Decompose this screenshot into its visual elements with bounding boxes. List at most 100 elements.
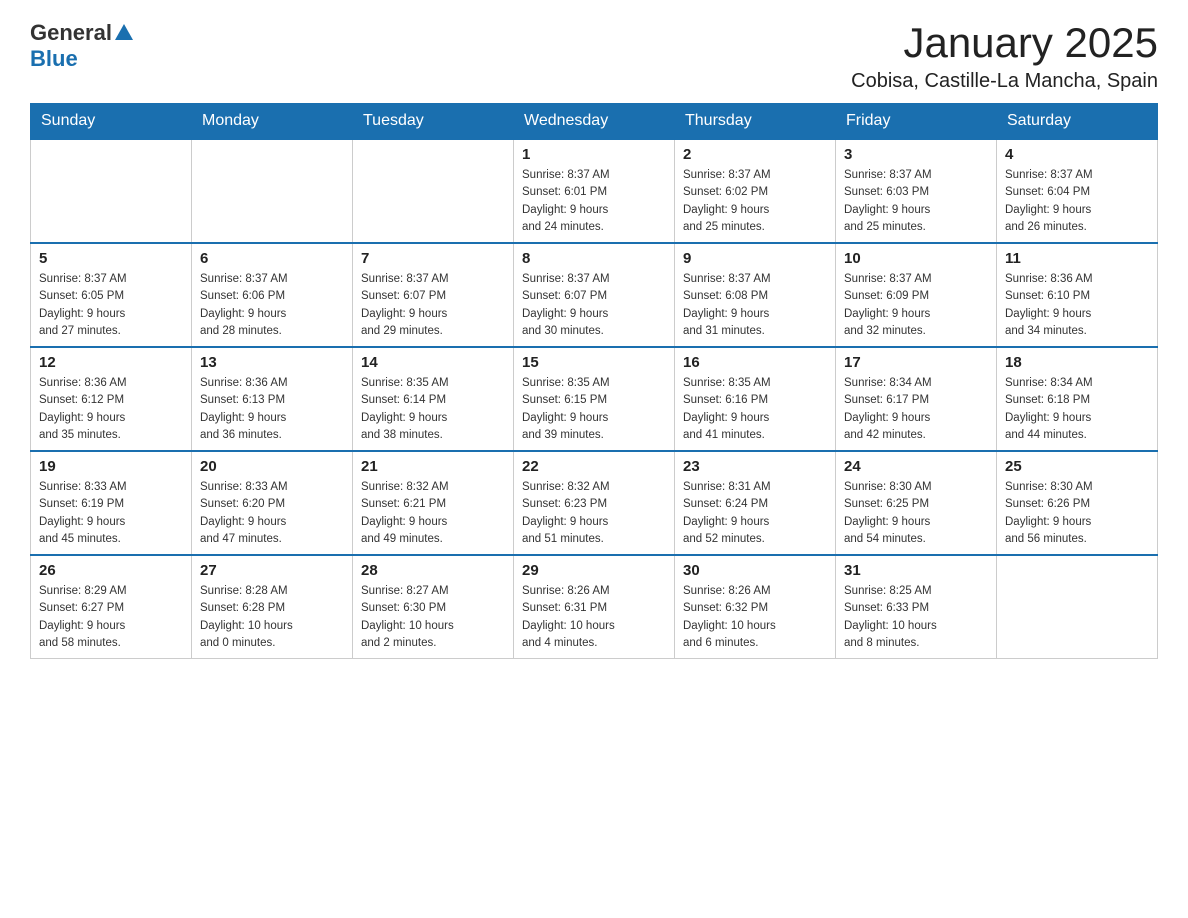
day-number: 13 [200, 354, 344, 371]
day-number: 1 [522, 146, 666, 163]
day-info: Sunrise: 8:37 AM Sunset: 6:04 PM Dayligh… [1005, 167, 1149, 236]
calendar-cell: 23 Sunrise: 8:31 AM Sunset: 6:24 PM Dayli… [675, 451, 836, 555]
day-info: Sunrise: 8:36 AM Sunset: 6:12 PM Dayligh… [39, 375, 183, 444]
day-info: Sunrise: 8:36 AM Sunset: 6:13 PM Dayligh… [200, 375, 344, 444]
week-row-5: 26Sunrise: 8:29 AM Sunset: 6:27 PM Dayli… [31, 555, 1158, 659]
day-info: Sunrise: 8:26 AM Sunset: 6:32 PM Dayligh… [683, 583, 827, 652]
calendar-cell: 19 Sunrise: 8:33 AM Sunset: 6:19 PM Dayli… [31, 451, 192, 555]
calendar-cell: 1 Sunrise: 8:37 AM Sunset: 6:01 PM Daylig… [514, 139, 675, 243]
week-row-1: 1 Sunrise: 8:37 AM Sunset: 6:01 PM Daylig… [31, 139, 1158, 243]
day-number: 15 [522, 354, 666, 371]
calendar-cell: 11 Sunrise: 8:36 AM Sunset: 6:10 PM Dayli… [997, 243, 1158, 347]
week-row-3: 12 Sunrise: 8:36 AM Sunset: 6:12 PM Dayli… [31, 347, 1158, 451]
calendar-cell: 2 Sunrise: 8:37 AM Sunset: 6:02 PM Daylig… [675, 139, 836, 243]
calendar-cell: 22 Sunrise: 8:32 AM Sunset: 6:23 PM Dayli… [514, 451, 675, 555]
page-header: General Blue January 2025 Cobisa, Castil… [30, 20, 1158, 93]
day-number: 16 [683, 354, 827, 371]
calendar-cell: 5 Sunrise: 8:37 AM Sunset: 6:05 PM Daylig… [31, 243, 192, 347]
day-info: Sunrise: 8:37 AM Sunset: 6:07 PM Dayligh… [361, 271, 505, 340]
day-info: Sunrise: 8:26 AM Sunset: 6:31 PM Dayligh… [522, 583, 666, 652]
calendar-cell: 31 Sunrise: 8:25 AM Sunset: 6:33 PM Dayli… [836, 555, 997, 659]
calendar-cell: 29Sunrise: 8:26 AM Sunset: 6:31 PM Dayli… [514, 555, 675, 659]
day-info: Sunrise: 8:35 AM Sunset: 6:15 PM Dayligh… [522, 375, 666, 444]
day-info: Sunrise: 8:37 AM Sunset: 6:01 PM Dayligh… [522, 167, 666, 236]
logo-general-text: General [30, 20, 112, 46]
logo-blue-text: Blue [30, 46, 78, 71]
calendar-cell: 17 Sunrise: 8:34 AM Sunset: 6:17 PM Dayli… [836, 347, 997, 451]
calendar-cell: 9Sunrise: 8:37 AM Sunset: 6:08 PM Daylig… [675, 243, 836, 347]
location-title: Cobisa, Castille-La Mancha, Spain [851, 70, 1158, 93]
calendar-cell: 12 Sunrise: 8:36 AM Sunset: 6:12 PM Dayli… [31, 347, 192, 451]
day-info: Sunrise: 8:35 AM Sunset: 6:16 PM Dayligh… [683, 375, 827, 444]
calendar-cell: 15 Sunrise: 8:35 AM Sunset: 6:15 PM Dayli… [514, 347, 675, 451]
logo-triangle-icon [115, 24, 133, 40]
day-info: Sunrise: 8:34 AM Sunset: 6:18 PM Dayligh… [1005, 375, 1149, 444]
day-number: 6 [200, 250, 344, 267]
calendar-cell: 20Sunrise: 8:33 AM Sunset: 6:20 PM Dayli… [192, 451, 353, 555]
day-number: 2 [683, 146, 827, 163]
day-info: Sunrise: 8:33 AM Sunset: 6:20 PM Dayligh… [200, 479, 344, 548]
weekday-header-sunday: Sunday [31, 104, 192, 140]
day-info: Sunrise: 8:25 AM Sunset: 6:33 PM Dayligh… [844, 583, 988, 652]
day-info: Sunrise: 8:33 AM Sunset: 6:19 PM Dayligh… [39, 479, 183, 548]
day-number: 19 [39, 458, 183, 475]
day-number: 21 [361, 458, 505, 475]
calendar-cell: 14 Sunrise: 8:35 AM Sunset: 6:14 PM Dayli… [353, 347, 514, 451]
day-info: Sunrise: 8:32 AM Sunset: 6:23 PM Dayligh… [522, 479, 666, 548]
calendar-cell: 10 Sunrise: 8:37 AM Sunset: 6:09 PM Dayli… [836, 243, 997, 347]
day-number: 17 [844, 354, 988, 371]
day-number: 10 [844, 250, 988, 267]
calendar-cell: 16 Sunrise: 8:35 AM Sunset: 6:16 PM Dayli… [675, 347, 836, 451]
week-row-4: 19 Sunrise: 8:33 AM Sunset: 6:19 PM Dayli… [31, 451, 1158, 555]
day-number: 27 [200, 562, 344, 579]
day-info: Sunrise: 8:37 AM Sunset: 6:06 PM Dayligh… [200, 271, 344, 340]
weekday-header-thursday: Thursday [675, 104, 836, 140]
day-info: Sunrise: 8:37 AM Sunset: 6:02 PM Dayligh… [683, 167, 827, 236]
day-number: 5 [39, 250, 183, 267]
day-number: 3 [844, 146, 988, 163]
calendar-cell [353, 139, 514, 243]
calendar-cell: 8Sunrise: 8:37 AM Sunset: 6:07 PM Daylig… [514, 243, 675, 347]
day-number: 31 [844, 562, 988, 579]
calendar-cell: 21 Sunrise: 8:32 AM Sunset: 6:21 PM Dayli… [353, 451, 514, 555]
weekday-header-wednesday: Wednesday [514, 104, 675, 140]
day-info: Sunrise: 8:28 AM Sunset: 6:28 PM Dayligh… [200, 583, 344, 652]
weekday-header-tuesday: Tuesday [353, 104, 514, 140]
day-info: Sunrise: 8:31 AM Sunset: 6:24 PM Dayligh… [683, 479, 827, 548]
day-info: Sunrise: 8:30 AM Sunset: 6:25 PM Dayligh… [844, 479, 988, 548]
day-info: Sunrise: 8:34 AM Sunset: 6:17 PM Dayligh… [844, 375, 988, 444]
day-number: 7 [361, 250, 505, 267]
month-title: January 2025 [851, 20, 1158, 66]
week-row-2: 5 Sunrise: 8:37 AM Sunset: 6:05 PM Daylig… [31, 243, 1158, 347]
weekday-header-row: SundayMondayTuesdayWednesdayThursdayFrid… [31, 104, 1158, 140]
day-number: 28 [361, 562, 505, 579]
calendar-cell: 28 Sunrise: 8:27 AM Sunset: 6:30 PM Dayli… [353, 555, 514, 659]
day-number: 22 [522, 458, 666, 475]
calendar-cell: 24 Sunrise: 8:30 AM Sunset: 6:25 PM Dayli… [836, 451, 997, 555]
day-info: Sunrise: 8:35 AM Sunset: 6:14 PM Dayligh… [361, 375, 505, 444]
day-info: Sunrise: 8:32 AM Sunset: 6:21 PM Dayligh… [361, 479, 505, 548]
calendar-cell: 13 Sunrise: 8:36 AM Sunset: 6:13 PM Dayli… [192, 347, 353, 451]
day-number: 18 [1005, 354, 1149, 371]
day-info: Sunrise: 8:27 AM Sunset: 6:30 PM Dayligh… [361, 583, 505, 652]
day-info: Sunrise: 8:29 AM Sunset: 6:27 PM Dayligh… [39, 583, 183, 652]
calendar-cell [192, 139, 353, 243]
day-info: Sunrise: 8:37 AM Sunset: 6:03 PM Dayligh… [844, 167, 988, 236]
calendar-cell: 27 Sunrise: 8:28 AM Sunset: 6:28 PM Dayli… [192, 555, 353, 659]
calendar-cell: 4 Sunrise: 8:37 AM Sunset: 6:04 PM Daylig… [997, 139, 1158, 243]
weekday-header-monday: Monday [192, 104, 353, 140]
day-number: 11 [1005, 250, 1149, 267]
day-info: Sunrise: 8:36 AM Sunset: 6:10 PM Dayligh… [1005, 271, 1149, 340]
day-number: 14 [361, 354, 505, 371]
calendar-cell: 18 Sunrise: 8:34 AM Sunset: 6:18 PM Dayli… [997, 347, 1158, 451]
day-number: 12 [39, 354, 183, 371]
day-info: Sunrise: 8:37 AM Sunset: 6:08 PM Dayligh… [683, 271, 827, 340]
day-info: Sunrise: 8:37 AM Sunset: 6:09 PM Dayligh… [844, 271, 988, 340]
day-number: 24 [844, 458, 988, 475]
title-block: January 2025 Cobisa, Castille-La Mancha,… [851, 20, 1158, 93]
day-number: 4 [1005, 146, 1149, 163]
day-number: 30 [683, 562, 827, 579]
day-info: Sunrise: 8:37 AM Sunset: 6:05 PM Dayligh… [39, 271, 183, 340]
day-number: 23 [683, 458, 827, 475]
calendar-cell: 6 Sunrise: 8:37 AM Sunset: 6:06 PM Daylig… [192, 243, 353, 347]
